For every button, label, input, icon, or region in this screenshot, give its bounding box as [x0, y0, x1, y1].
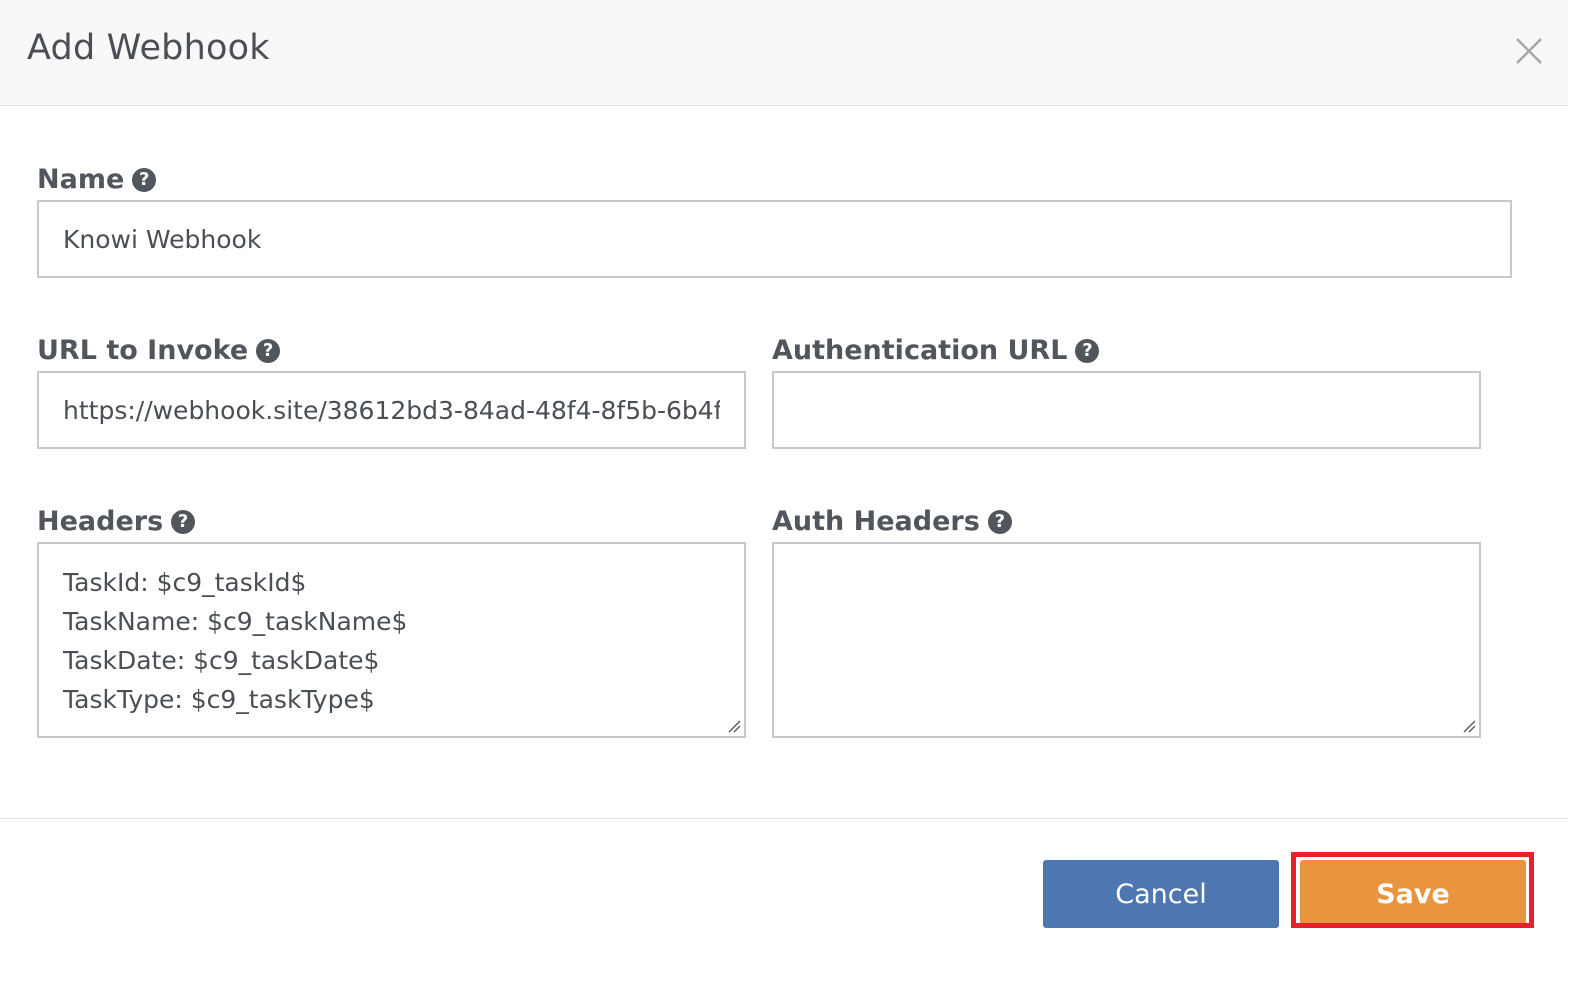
- resize-handle-icon[interactable]: [727, 719, 741, 733]
- auth-headers-textarea[interactable]: [772, 542, 1481, 738]
- auth-headers-value: [798, 568, 1455, 607]
- dialog-title: Add Webhook: [27, 28, 270, 68]
- auth-headers-label-text: Auth Headers: [772, 506, 980, 537]
- header-line: TaskName: $c9_taskName$: [63, 607, 408, 636]
- question-circle-icon[interactable]: ?: [987, 509, 1012, 534]
- url-to-invoke-label-text: URL to Invoke: [37, 335, 249, 366]
- auth-headers-label: Auth Headers ?: [772, 506, 1012, 537]
- dialog-header: Add Webhook: [0, 0, 1568, 106]
- cancel-button[interactable]: Cancel: [1043, 860, 1279, 928]
- question-circle-icon[interactable]: ?: [171, 509, 196, 534]
- headers-label: Headers ?: [37, 506, 196, 537]
- add-webhook-dialog: Add Webhook Name ? Knowi Webhook URL to …: [0, 0, 1594, 982]
- save-highlight-box: [1291, 852, 1534, 928]
- resize-handle-icon[interactable]: [1462, 719, 1476, 733]
- close-icon[interactable]: [1512, 34, 1546, 68]
- question-circle-icon[interactable]: ?: [132, 167, 157, 192]
- url-to-invoke-label: URL to Invoke ?: [37, 335, 281, 366]
- name-input[interactable]: Knowi Webhook: [37, 200, 1512, 278]
- name-label-text: Name: [37, 164, 125, 195]
- headers-textarea[interactable]: TaskId: $c9_taskId$ TaskName: $c9_taskNa…: [37, 542, 746, 738]
- headers-label-text: Headers: [37, 506, 164, 537]
- authentication-url-label: Authentication URL ?: [772, 335, 1100, 366]
- url-to-invoke-value: https://webhook.site/38612bd3-84ad-48f4-…: [63, 395, 720, 425]
- question-circle-icon[interactable]: ?: [1075, 338, 1100, 363]
- footer-divider: [0, 818, 1568, 819]
- authentication-url-label-text: Authentication URL: [772, 335, 1068, 366]
- name-label: Name ?: [37, 164, 157, 195]
- url-to-invoke-input[interactable]: https://webhook.site/38612bd3-84ad-48f4-…: [37, 371, 746, 449]
- header-line: TaskId: $c9_taskId$: [63, 568, 307, 597]
- authentication-url-input[interactable]: [772, 371, 1481, 449]
- name-input-value: Knowi Webhook: [63, 224, 262, 254]
- header-line: TaskDate: $c9_taskDate$: [63, 646, 380, 675]
- header-line: TaskType: $c9_taskType$: [63, 685, 375, 714]
- question-circle-icon[interactable]: ?: [256, 338, 281, 363]
